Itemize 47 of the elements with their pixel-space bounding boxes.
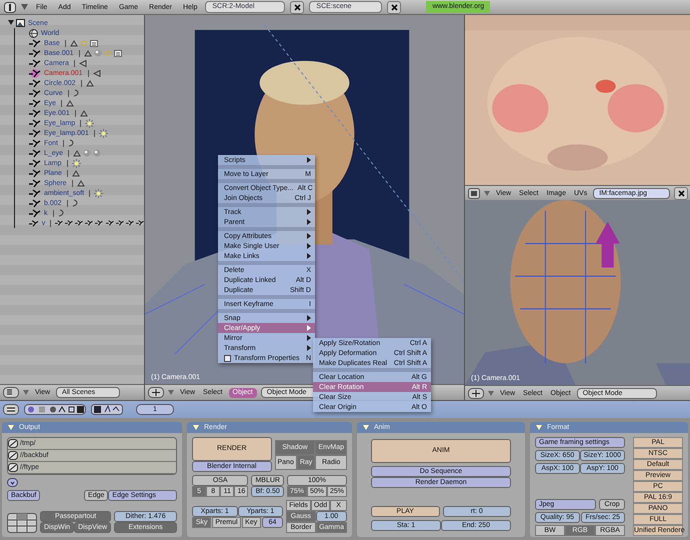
close-icon[interactable] bbox=[290, 0, 304, 14]
object-icon bbox=[106, 219, 114, 227]
collapse-icon[interactable] bbox=[168, 390, 174, 395]
expand-icon[interactable] bbox=[8, 20, 14, 26]
object-icon bbox=[95, 219, 104, 227]
object-icon bbox=[126, 219, 134, 227]
scene-icon bbox=[16, 19, 25, 27]
object-icon bbox=[65, 219, 74, 227]
editor-type-icon[interactable] bbox=[3, 387, 19, 398]
collapse-icon[interactable] bbox=[363, 425, 369, 430]
collapse-icon[interactable] bbox=[21, 4, 28, 10]
triangle-icon bbox=[86, 80, 94, 86]
object-icon bbox=[55, 219, 64, 227]
globe-icon bbox=[29, 28, 38, 38]
context-toolbar-icon[interactable] bbox=[24, 404, 86, 415]
sun-icon bbox=[94, 188, 104, 198]
editor-type-icon[interactable] bbox=[3, 404, 19, 415]
collapse-icon[interactable] bbox=[488, 391, 494, 396]
menu-icon[interactable] bbox=[7, 478, 18, 487]
grid-icon[interactable] bbox=[7, 513, 37, 533]
curve-icon bbox=[72, 89, 80, 97]
collapse-icon[interactable] bbox=[484, 191, 490, 196]
sun-icon bbox=[98, 128, 108, 138]
object-icon bbox=[85, 219, 94, 227]
collapse-icon[interactable] bbox=[23, 390, 29, 395]
image-icon bbox=[90, 40, 98, 46]
object-icon bbox=[116, 219, 124, 227]
editor-type-icon[interactable] bbox=[468, 388, 484, 399]
collapse-icon[interactable] bbox=[536, 425, 542, 430]
editor-type-icon[interactable] bbox=[148, 387, 164, 398]
object-icon bbox=[136, 219, 144, 227]
sphere-icon bbox=[93, 149, 102, 157]
collapse-icon[interactable] bbox=[8, 425, 14, 430]
sphere-icon bbox=[83, 149, 92, 157]
object-icon bbox=[75, 219, 84, 227]
image-icon bbox=[114, 50, 122, 56]
render-toolbar-icon[interactable] bbox=[91, 404, 123, 415]
sun-icon bbox=[85, 118, 94, 128]
collapse-icon[interactable] bbox=[193, 425, 199, 430]
close-icon[interactable] bbox=[674, 187, 688, 200]
curve-icon bbox=[68, 139, 76, 147]
sphere-icon bbox=[94, 49, 102, 57]
sun-icon bbox=[72, 158, 81, 168]
triangle-icon bbox=[73, 150, 82, 156]
info-icon[interactable] bbox=[4, 2, 16, 12]
close-icon[interactable] bbox=[387, 0, 402, 14]
editor-type-icon[interactable] bbox=[468, 188, 480, 199]
